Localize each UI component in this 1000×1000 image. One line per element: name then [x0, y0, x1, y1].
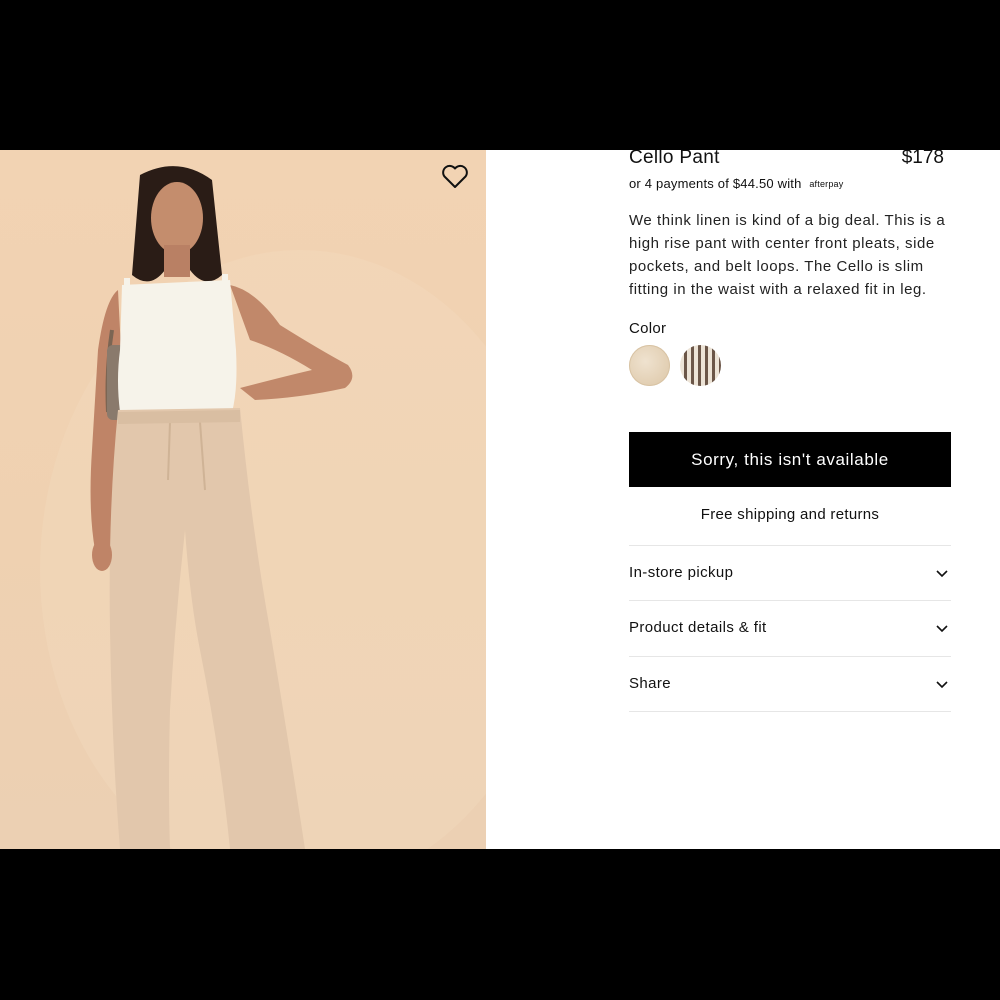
- model-illustration: [40, 166, 486, 849]
- chevron-down-icon: [936, 625, 948, 633]
- letterbox-bottom: [0, 849, 1000, 1000]
- accordion-share[interactable]: Share: [629, 656, 951, 712]
- afterpay-logo[interactable]: afterpay: [809, 179, 843, 189]
- shipping-link[interactable]: Free shipping and returns: [629, 506, 951, 523]
- unavailable-button[interactable]: Sorry, this isn't available: [629, 432, 951, 487]
- accordion-in-store-pickup[interactable]: In-store pickup: [629, 545, 951, 601]
- title-row: Cello Pant $178: [629, 150, 944, 171]
- color-label: Color: [629, 320, 667, 337]
- accordion-label: Product details & fit: [629, 619, 767, 636]
- product-page: Cello Pant $178 or 4 payments of $44.50 …: [0, 150, 1000, 849]
- accordion-label: Share: [629, 675, 672, 692]
- installments-info: or 4 payments of $44.50 with afterpay: [629, 176, 843, 191]
- heart-icon[interactable]: [441, 163, 469, 189]
- product-description: We think linen is kind of a big deal. Th…: [629, 212, 946, 298]
- chevron-down-icon: [936, 570, 948, 578]
- color-swatch-natural[interactable]: [629, 345, 670, 386]
- product-image: [0, 150, 486, 849]
- product-title: Cello Pant: [629, 150, 720, 168]
- product-price: $178: [901, 150, 944, 168]
- accordion-divider: [629, 711, 951, 712]
- accordion-product-details[interactable]: Product details & fit: [629, 600, 951, 656]
- color-swatch-stripe[interactable]: [680, 345, 721, 386]
- letterbox-top: [0, 0, 1000, 150]
- accordion-label: In-store pickup: [629, 564, 734, 581]
- chevron-down-icon: [936, 681, 948, 689]
- installments-text: or 4 payments of $44.50 with: [629, 176, 802, 191]
